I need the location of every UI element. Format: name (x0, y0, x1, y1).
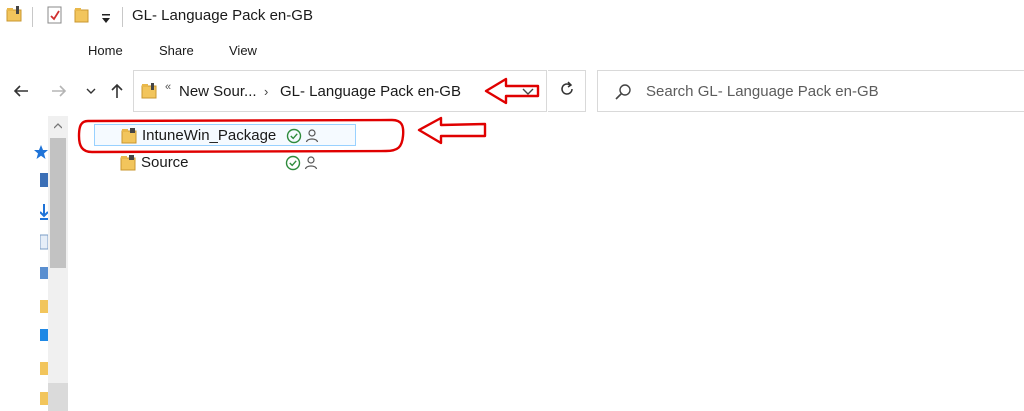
tab-share[interactable]: Share (159, 43, 194, 58)
desktop-icon[interactable] (40, 172, 48, 193)
app-tile-icon[interactable] (40, 328, 48, 347)
pictures-icon[interactable] (40, 266, 48, 285)
breadcrumb-new-source[interactable]: New Sour... (179, 83, 257, 100)
file-name: Source (141, 154, 189, 171)
navigation-bar: « New Sour... › GL- Language Pack en-GB (0, 66, 1024, 116)
folder-icon[interactable] (40, 298, 48, 319)
back-arrow-icon[interactable] (10, 80, 32, 102)
file-explorer-window: GL- Language Pack en-GB Home Share View (0, 0, 1024, 411)
sync-status-check-icon (286, 128, 302, 149)
forward-arrow-icon[interactable] (48, 80, 70, 102)
quick-access-star-icon[interactable] (33, 144, 49, 165)
address-bar[interactable]: « New Sour... › GL- Language Pack en-GB (133, 70, 547, 112)
file-row-source[interactable]: Source (94, 152, 356, 174)
navigation-pane-scrollbar[interactable] (48, 116, 68, 411)
breadcrumb-current-folder[interactable]: GL- Language Pack en-GB (280, 83, 461, 100)
folder-icon[interactable] (40, 360, 48, 381)
search-icon (614, 83, 632, 106)
folder-icon[interactable] (40, 390, 48, 411)
address-overflow-icon[interactable]: « (165, 81, 171, 93)
up-arrow-icon[interactable] (106, 80, 128, 102)
window-title: GL- Language Pack en-GB (132, 7, 313, 24)
tab-view[interactable]: View (229, 43, 257, 58)
title-separator (122, 7, 123, 27)
refresh-button[interactable] (548, 70, 586, 112)
search-box[interactable] (597, 70, 1024, 112)
customize-dropdown-icon[interactable] (101, 11, 111, 29)
scroll-up-icon[interactable] (48, 116, 68, 136)
shared-person-icon (304, 155, 318, 176)
downloads-icon[interactable] (39, 204, 49, 225)
tab-home[interactable]: Home (88, 43, 123, 58)
sync-status-check-icon (285, 155, 301, 176)
checklist-icon[interactable] (46, 6, 64, 29)
folder-icon (121, 128, 139, 149)
file-list: IntuneWin_Package Source (74, 116, 1024, 411)
folder-icon (120, 155, 138, 176)
scrollbar-thumb[interactable] (50, 138, 66, 268)
ribbon-tabs: Home Share View (0, 34, 1024, 66)
file-row-intunewin-package[interactable]: IntuneWin_Package (94, 124, 356, 146)
address-dropdown-icon[interactable] (520, 85, 536, 99)
title-separator (32, 7, 33, 27)
folder-properties-icon[interactable] (6, 6, 24, 29)
scrollbar-track-bottom[interactable] (48, 383, 68, 411)
breadcrumb-separator: › (264, 84, 269, 99)
navigation-pane (0, 116, 70, 411)
folder-icon (141, 83, 159, 104)
refresh-icon (559, 80, 575, 102)
title-bar: GL- Language Pack en-GB (0, 0, 1024, 34)
shared-person-icon (305, 128, 319, 149)
documents-icon[interactable] (39, 234, 49, 255)
file-name: IntuneWin_Package (142, 127, 277, 144)
search-input[interactable] (646, 81, 1006, 101)
chevron-down-icon[interactable] (80, 80, 102, 102)
new-folder-icon[interactable] (74, 6, 90, 29)
